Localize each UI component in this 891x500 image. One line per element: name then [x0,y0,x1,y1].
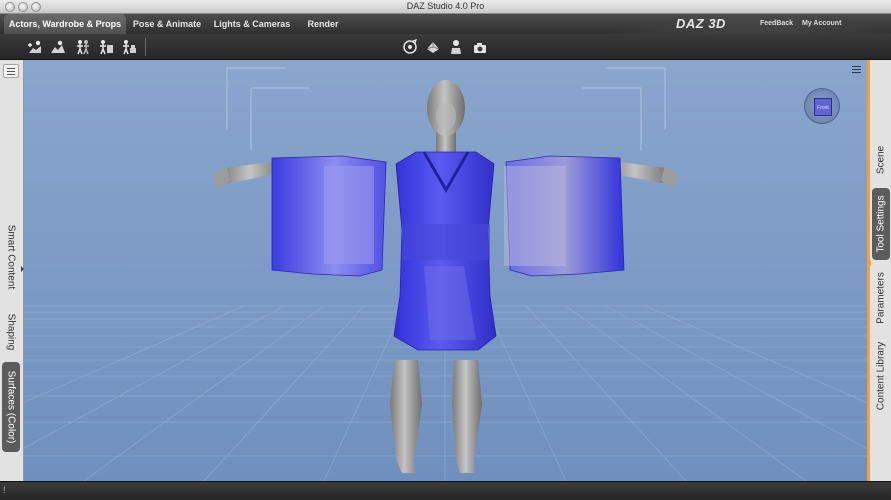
load-environment-button[interactable] [49,38,67,56]
tab-tool-settings[interactable]: Tool Settings [872,188,890,260]
tab-label: Surfaces (Color) [5,370,17,444]
main-toolbar [0,34,891,60]
tab-label: Tool Settings [875,195,887,253]
tab-content-library[interactable]: Content Library [872,336,890,416]
load-figure-icon [28,40,41,53]
tab-render[interactable]: Render [298,14,348,34]
tab-surfaces-color[interactable]: Surfaces (Color) [2,362,20,452]
tab-actors-wardrobe-props[interactable]: Actors, Wardrobe & Props [4,14,126,34]
render-camera-icon [474,43,486,53]
tab-label: Smart Content [5,224,17,290]
tab-scene[interactable]: Scene [872,132,890,188]
tab-label: Content Library [875,341,887,411]
left-pane-options-button[interactable] [3,64,19,78]
pose-figure-icon [77,40,89,55]
geometry-tool-icon [426,42,440,53]
wardrobe-icon [100,40,113,55]
tab-parameters[interactable]: Parameters [872,264,890,332]
daz-logo: DAZ 3D [676,16,726,31]
tab-pose-animate[interactable]: Pose & Animate [128,14,206,34]
node-select-icon [451,40,461,54]
tab-shaping[interactable]: Shaping [2,308,20,356]
prop-icon [123,40,136,55]
render-camera-button[interactable] [471,38,489,56]
tab-label: Shaping [5,313,17,351]
left-pane-dock: Smart Content Shaping Surfaces (Color) [0,60,24,481]
feedback-link[interactable]: FeedBack [760,14,793,34]
pose-figure-button[interactable] [74,38,92,56]
window-title: DAZ Studio 4.0 Pro [406,1,485,11]
title-bar: DAZ Studio 4.0 Pro [0,0,891,14]
load-environment-icon [51,40,65,53]
status-indicator[interactable]: ! [3,485,6,495]
right-pane-dock: Scene Tool Settings Parameters Content L… [867,60,891,481]
viewport-3d[interactable]: Front [24,60,867,481]
universal-tool-icon [403,39,417,54]
node-select-button[interactable] [447,38,465,56]
my-account-link[interactable]: My Account [802,14,841,34]
tab-smart-content[interactable]: Smart Content [2,210,20,304]
right-pane-collapse-handle[interactable] [867,260,871,266]
tab-lights-cameras[interactable]: Lights & Cameras [208,14,296,34]
tab-label: Parameters [875,272,887,324]
viewport-options-button[interactable] [850,64,864,76]
activity-tab-bar: Actors, Wardrobe & Props Pose & Animate … [0,14,891,34]
view-cube-face[interactable]: Front [814,98,832,116]
prop-button[interactable] [120,38,138,56]
geometry-tool-button[interactable] [424,38,442,56]
tab-label: Scene [875,145,887,175]
scene-canvas [24,60,867,481]
wardrobe-button[interactable] [97,38,115,56]
toolbar-separator [145,38,146,56]
load-figure-button[interactable] [26,38,44,56]
status-bar: ! [0,481,891,500]
universal-tool-button[interactable] [401,38,419,56]
view-cube[interactable]: Front [804,88,840,124]
